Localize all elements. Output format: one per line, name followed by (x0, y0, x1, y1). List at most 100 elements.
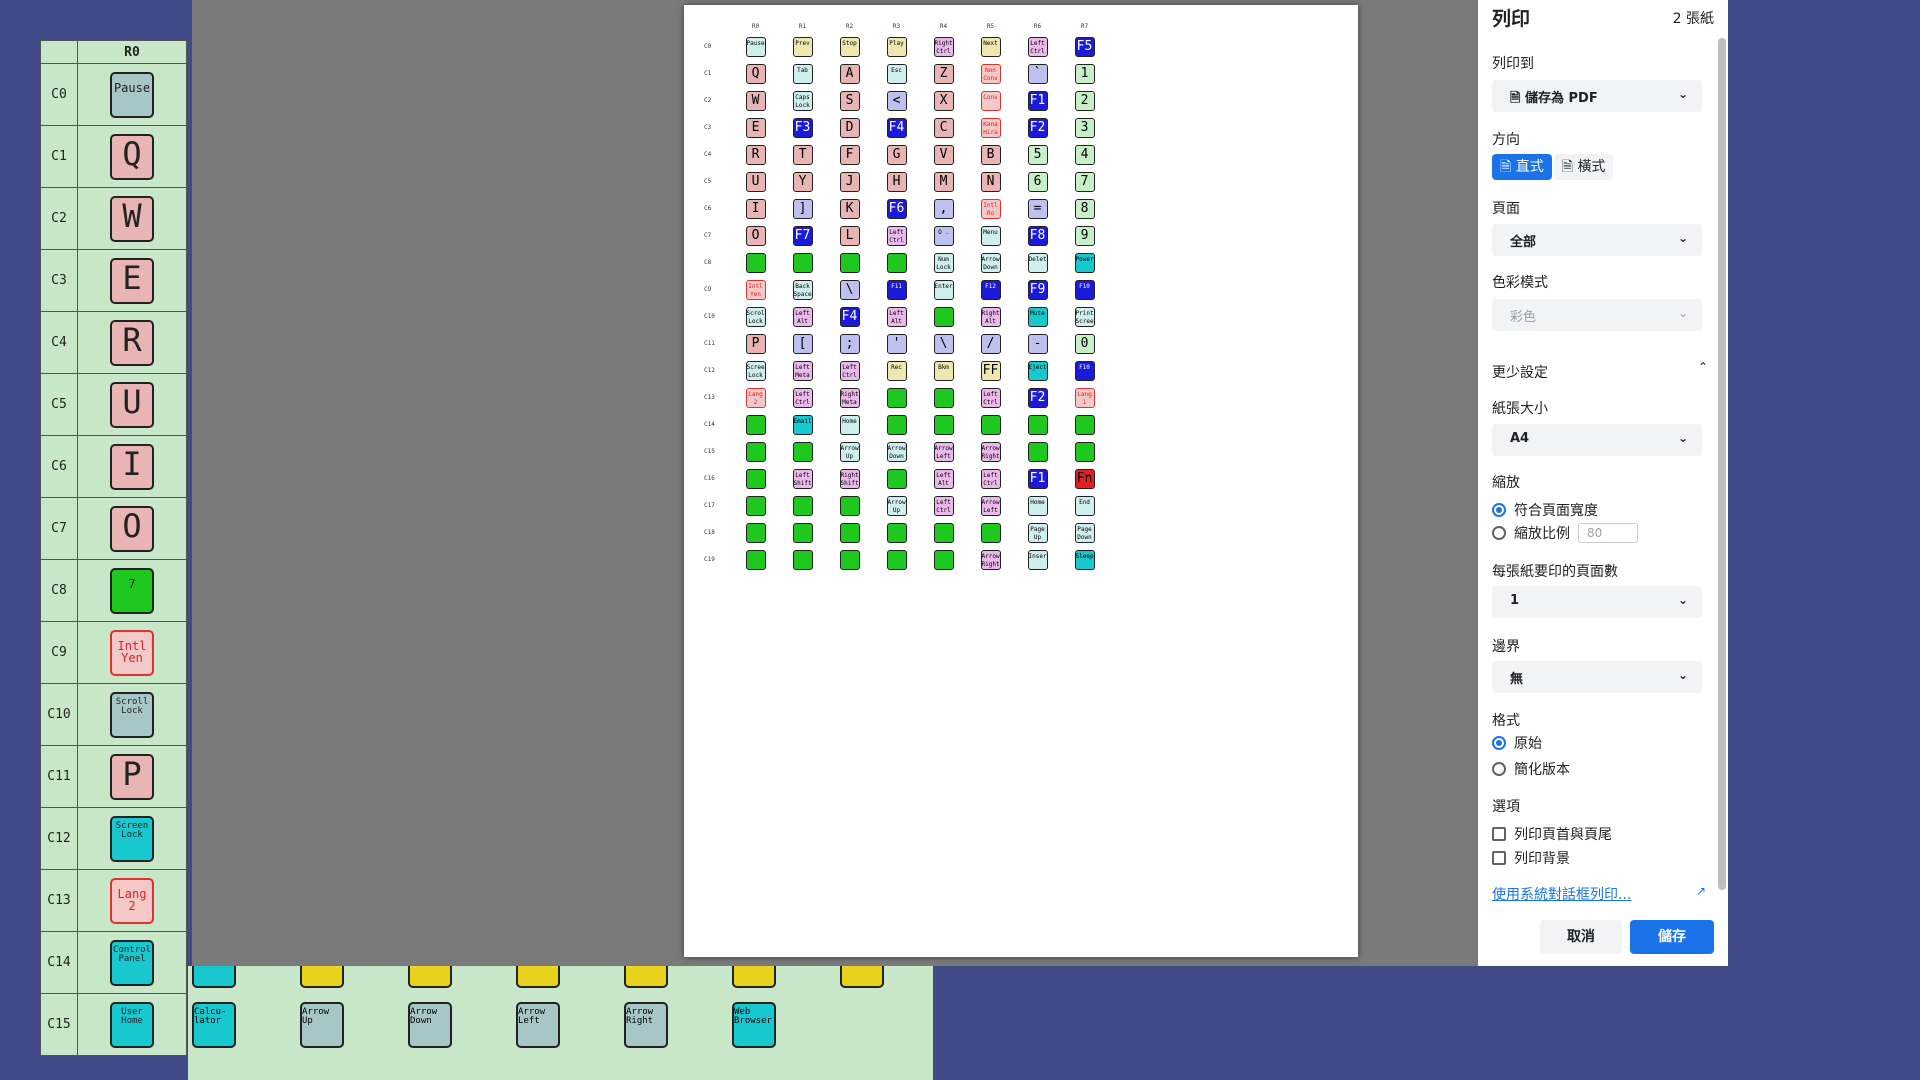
bg-key-cell: Lang 2 (77, 869, 187, 932)
external-link-icon[interactable]: ↗ (1696, 884, 1706, 898)
pages-per-sheet-value: 1 (1510, 593, 1520, 608)
header-footer-checkbox[interactable] (1492, 827, 1506, 841)
preview-key: E (745, 117, 766, 138)
preview-key: Left Alt (792, 306, 813, 327)
preview-cell: Insert (1014, 549, 1061, 570)
preview-cell: [ (779, 333, 826, 354)
preview-cell: Arrow Right (967, 549, 1014, 570)
preview-row: C2 W Caps Lock S < X Conv F1 2 (704, 87, 1108, 114)
chevron-up-icon[interactable]: ⌃ (1698, 360, 1708, 374)
options-label: 選項 (1492, 799, 1520, 815)
preview-key: F3 (792, 117, 813, 138)
preview-cell: Num Lock (920, 252, 967, 273)
preview-row-header: C1 (704, 70, 712, 77)
pages-label: 頁面 (1492, 201, 1520, 217)
preview-key: FF (980, 360, 1001, 381)
format-simple-radio[interactable] (1492, 762, 1506, 776)
preview-key: L (839, 225, 860, 246)
preview-cell: Prev (779, 36, 826, 57)
system-dialog-link[interactable]: 使用系統對話框列印... (1492, 884, 1631, 904)
preview-cell: Sleep (1061, 549, 1108, 570)
preview-col-header: R5 (986, 23, 995, 30)
preview-cell: A (826, 63, 873, 84)
preview-col-header: R0 (751, 23, 760, 30)
chevron-down-icon: ⌄ (1677, 306, 1688, 320)
scale-input[interactable]: 80 (1578, 523, 1638, 543)
preview-key: A (839, 63, 860, 84)
bg-key-cell: O (77, 497, 187, 560)
bg-table-row: C0 Pause (40, 63, 187, 126)
format-original-radio[interactable] (1492, 736, 1506, 750)
pages-select[interactable]: 全部 ⌄ (1492, 224, 1702, 256)
destination-value: 儲存為 PDF (1524, 91, 1598, 106)
preview-key: 5 (1027, 144, 1048, 165)
preview-cell (920, 549, 967, 570)
preview-key (886, 387, 907, 408)
background-graphics-checkbox[interactable] (1492, 851, 1506, 865)
scale-custom-option[interactable]: 縮放比例 80 (1492, 523, 1638, 543)
color-mode-select[interactable]: 彩色 ⌄ (1492, 299, 1702, 331)
margins-select[interactable]: 無 ⌄ (1492, 661, 1702, 693)
preview-key: Sleep (1074, 549, 1095, 570)
pages-per-sheet-select[interactable]: 1 ⌄ (1492, 586, 1702, 618)
preview-key: Home (839, 414, 860, 435)
preview-key: 0 (1074, 333, 1095, 354)
preview-cell: F11 (873, 279, 920, 300)
preview-cell: - (1014, 333, 1061, 354)
preview-cell (873, 387, 920, 408)
preview-key: F1 (1027, 468, 1048, 489)
preview-cell: ` (1014, 63, 1061, 84)
bg-key-cell: P (77, 745, 187, 808)
bg-key: U (110, 381, 154, 428)
scale-custom-radio[interactable] (1492, 526, 1506, 540)
pages-per-sheet-label: 每張紙要印的頁面數 (1492, 564, 1618, 580)
scale-fit-radio[interactable] (1492, 503, 1506, 517)
preview-cell: 8 (1061, 198, 1108, 219)
preview-cell (920, 387, 967, 408)
preview-key: \ (933, 333, 954, 354)
preview-key: ; (839, 333, 860, 354)
preview-cell: Lang 1 (1061, 387, 1108, 408)
bg-key-cell: 7 (77, 559, 187, 622)
orientation-portrait-button[interactable]: 🗎 直式 (1492, 154, 1552, 180)
preview-key (1027, 414, 1048, 435)
preview-key: Left Ctrl (980, 387, 1001, 408)
header-footer-option[interactable]: 列印頁首與頁尾 (1492, 824, 1612, 844)
bg-table-row: C12 Screen Lock (40, 807, 187, 870)
preview-cell: T (779, 144, 826, 165)
preview-key: Left Alt (933, 468, 954, 489)
bg-key-cell: Screen Lock (77, 807, 187, 870)
format-simple-option[interactable]: 簡化版本 (1492, 759, 1570, 779)
preview-key: 2 (1074, 90, 1095, 111)
bg-key: Intl Yen (110, 629, 154, 676)
preview-key: Intl Ro (980, 198, 1001, 219)
preview-key (980, 414, 1001, 435)
preview-key: ] (792, 198, 813, 219)
paper-size-select[interactable]: A4 ⌄ (1492, 424, 1702, 456)
preview-cell (967, 414, 1014, 435)
less-settings-toggle[interactable]: 更少設定 (1492, 362, 1548, 382)
settings-scrollbar[interactable] (1718, 38, 1726, 890)
background-graphics-option[interactable]: 列印背景 (1492, 848, 1570, 868)
preview-key: F11 (886, 279, 907, 300)
preview-cell: Tab (779, 63, 826, 84)
preview-cell: F12 (967, 279, 1014, 300)
preview-cell: F1 (1014, 468, 1061, 489)
preview-cell: U (732, 171, 779, 192)
bg-key: For ward (516, 966, 560, 988)
orientation-portrait-label: 直式 (1515, 159, 1544, 175)
save-button[interactable]: 儲存 (1630, 920, 1714, 954)
destination-select[interactable]: 🗎 儲存為 PDF ⌄ (1492, 80, 1702, 112)
preview-cell: Page Down (1061, 522, 1108, 543)
scale-fit-option[interactable]: 符合頁面寬度 (1492, 500, 1598, 520)
format-original-option[interactable]: 原始 (1492, 733, 1542, 753)
orientation-landscape-button[interactable]: 🗎 橫式 (1553, 154, 1614, 180)
portrait-icon: 🗎 (1500, 159, 1512, 175)
landscape-icon: 🗎 (1561, 159, 1573, 175)
preview-cell: Rec (873, 360, 920, 381)
preview-key: F9 (1027, 279, 1048, 300)
preview-col-header: R2 (845, 23, 854, 30)
preview-key: ' (886, 333, 907, 354)
cancel-button[interactable]: 取消 (1540, 920, 1622, 954)
preview-row-header: C4 (704, 151, 712, 158)
